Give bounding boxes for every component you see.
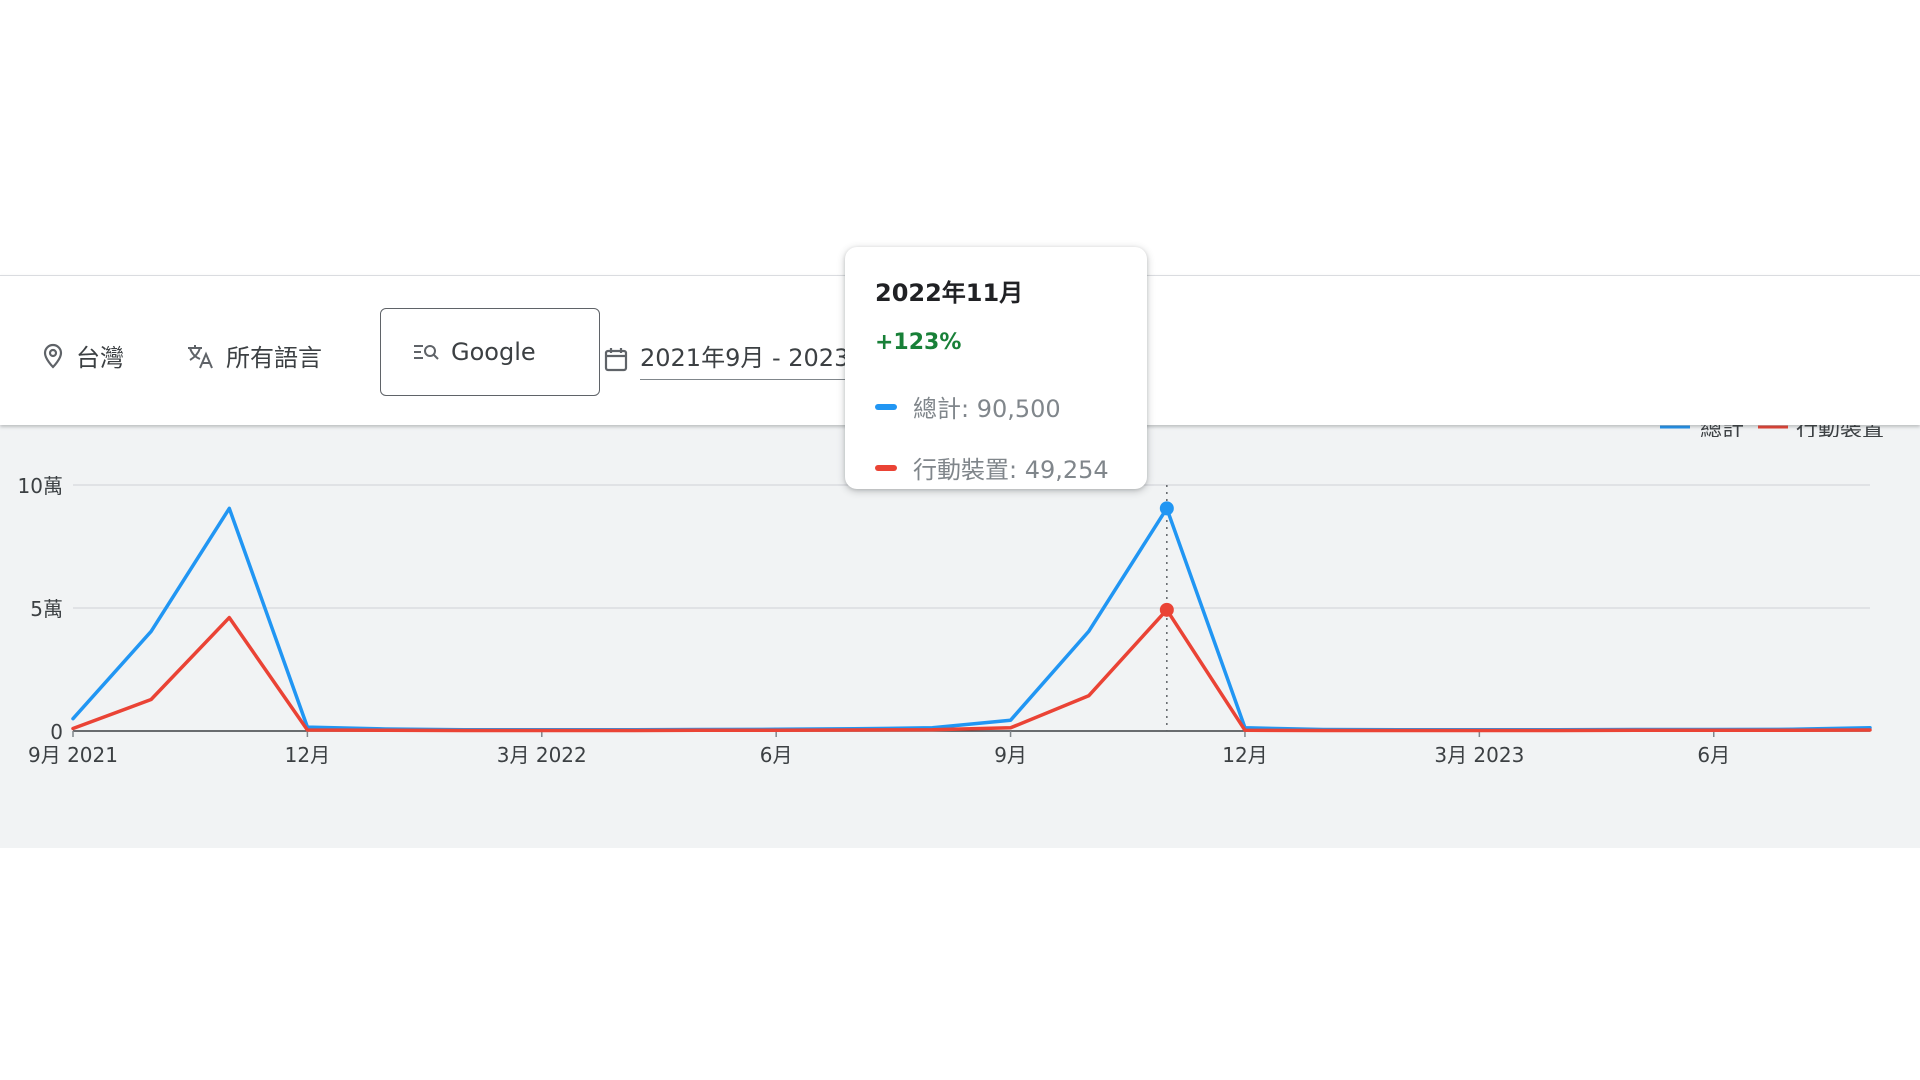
chart-tooltip: 2022年11月 +123% 總計: 90,500 行動裝置: 49,254 xyxy=(845,247,1147,489)
series-line-1 xyxy=(71,608,1872,733)
x-tick-label-0: 9月 2021 xyxy=(28,743,118,767)
mobile-series-swatch xyxy=(875,464,897,471)
location-filter[interactable]: 台灣 xyxy=(42,338,124,373)
x-tick-label-6: 3月 2023 xyxy=(1434,743,1524,767)
language-label: 所有語言 xyxy=(226,344,322,372)
series-line-0 xyxy=(71,506,1872,732)
language-filter[interactable]: 所有語言 xyxy=(186,338,322,373)
tooltip-change: +123% xyxy=(875,330,962,355)
tooltip-mobile-value: 行動裝置: 49,254 xyxy=(913,456,1109,484)
x-tick-label-3: 6月 xyxy=(760,743,793,767)
x-tick-label-5: 12月 xyxy=(1222,743,1267,767)
page: 台灣 所有語言 Google 2021年9月 - 2023年 總計 行動裝置 0… xyxy=(0,0,1920,1080)
search-source-filter[interactable]: Google xyxy=(380,308,600,396)
tooltip-row-total: 總計: 90,500 xyxy=(875,389,1117,424)
y-tick-label-0: 0 xyxy=(50,720,63,744)
search-source-icon xyxy=(413,341,439,363)
x-tick-label-4: 9月 xyxy=(994,743,1027,767)
tooltip-date: 2022年11月 xyxy=(875,279,1024,307)
search-source-label: Google xyxy=(451,338,536,366)
x-tick-label-1: 12月 xyxy=(285,743,330,767)
highlight-point-0 xyxy=(1159,501,1174,516)
highlight-point-1 xyxy=(1159,602,1174,617)
total-series-swatch xyxy=(875,403,897,410)
y-tick-label-2: 10萬 xyxy=(18,474,63,498)
x-tick-label-7: 6月 xyxy=(1697,743,1730,767)
tooltip-row-mobile: 行動裝置: 49,254 xyxy=(875,450,1117,485)
x-tick-label-2: 3月 2022 xyxy=(497,743,587,767)
location-pin-icon xyxy=(42,343,64,369)
translate-icon xyxy=(186,343,214,369)
calendar-icon xyxy=(604,346,628,372)
y-tick-label-1: 5萬 xyxy=(30,597,63,621)
location-label: 台灣 xyxy=(76,344,124,372)
tooltip-total-value: 總計: 90,500 xyxy=(913,395,1061,423)
date-range-filter[interactable]: 2021年9月 - 2023年 xyxy=(604,338,882,380)
